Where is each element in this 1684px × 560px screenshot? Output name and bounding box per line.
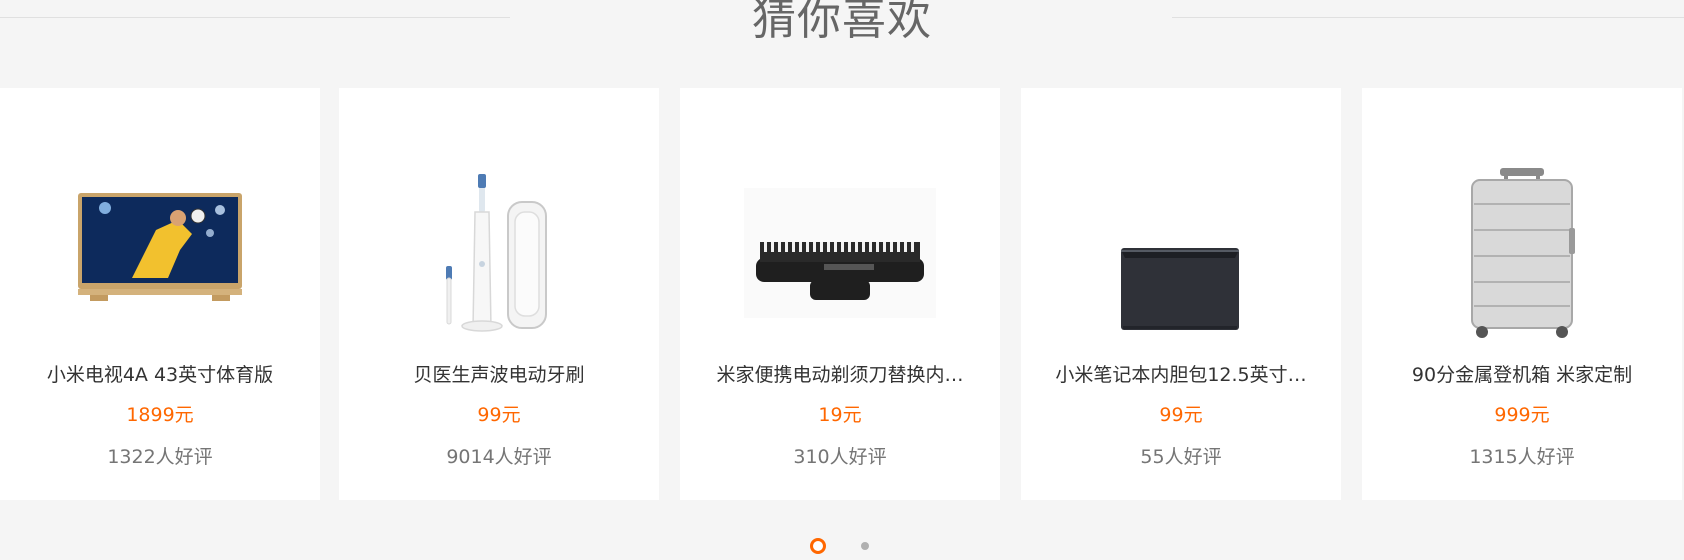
product-name[interactable]: 小米笔记本内胆包12.5英寸…	[1031, 362, 1331, 388]
product-card[interactable]: 米家便携电动剃须刀替换内… 19元 310人好评	[680, 88, 1000, 500]
product-card[interactable]: 小米电视4A 43英寸体育版 1899元 1322人好评	[0, 88, 320, 500]
product-reviews: 1315人好评	[1469, 446, 1575, 468]
product-price: 99元	[477, 404, 521, 426]
product-card[interactable]: 小米笔记本内胆包12.5英寸… 99元 55人好评	[1021, 88, 1341, 500]
product-price: 19元	[818, 404, 862, 426]
product-name[interactable]: 90分金属登机箱 米家定制	[1372, 362, 1672, 388]
product-reviews: 9014人好评	[446, 446, 552, 468]
product-name[interactable]: 小米电视4A 43英寸体育版	[10, 362, 310, 388]
product-price: 999元	[1494, 404, 1550, 426]
carousel-pager	[0, 538, 1684, 558]
product-reviews: 310人好评	[793, 446, 887, 468]
header-divider-right	[1172, 17, 1684, 18]
suitcase-icon[interactable]	[1422, 138, 1622, 338]
product-price: 99元	[1159, 404, 1203, 426]
toothbrush-icon[interactable]	[399, 138, 599, 338]
product-name[interactable]: 米家便携电动剃须刀替换内…	[690, 362, 990, 388]
product-card[interactable]: 90分金属登机箱 米家定制 999元 1315人好评	[1362, 88, 1682, 500]
tv-icon[interactable]	[60, 138, 260, 338]
product-reviews: 55人好评	[1140, 446, 1222, 468]
shaver-blade-icon[interactable]	[740, 138, 940, 338]
section-title: 猜你喜欢	[752, 0, 932, 45]
pager-dot[interactable]	[861, 542, 869, 550]
pager-dot-active[interactable]	[810, 538, 826, 554]
product-price: 1899元	[126, 404, 194, 426]
product-reviews: 1322人好评	[107, 446, 213, 468]
laptop-sleeve-icon[interactable]	[1081, 138, 1281, 338]
product-name[interactable]: 贝医生声波电动牙刷	[349, 362, 649, 388]
recommendation-carousel: 小米电视4A 43英寸体育版 1899元 1322人好评 贝医生声波电动牙刷 9…	[0, 88, 1684, 500]
section-header: 猜你喜欢	[0, 0, 1684, 60]
product-card[interactable]: 贝医生声波电动牙刷 99元 9014人好评	[339, 88, 659, 500]
